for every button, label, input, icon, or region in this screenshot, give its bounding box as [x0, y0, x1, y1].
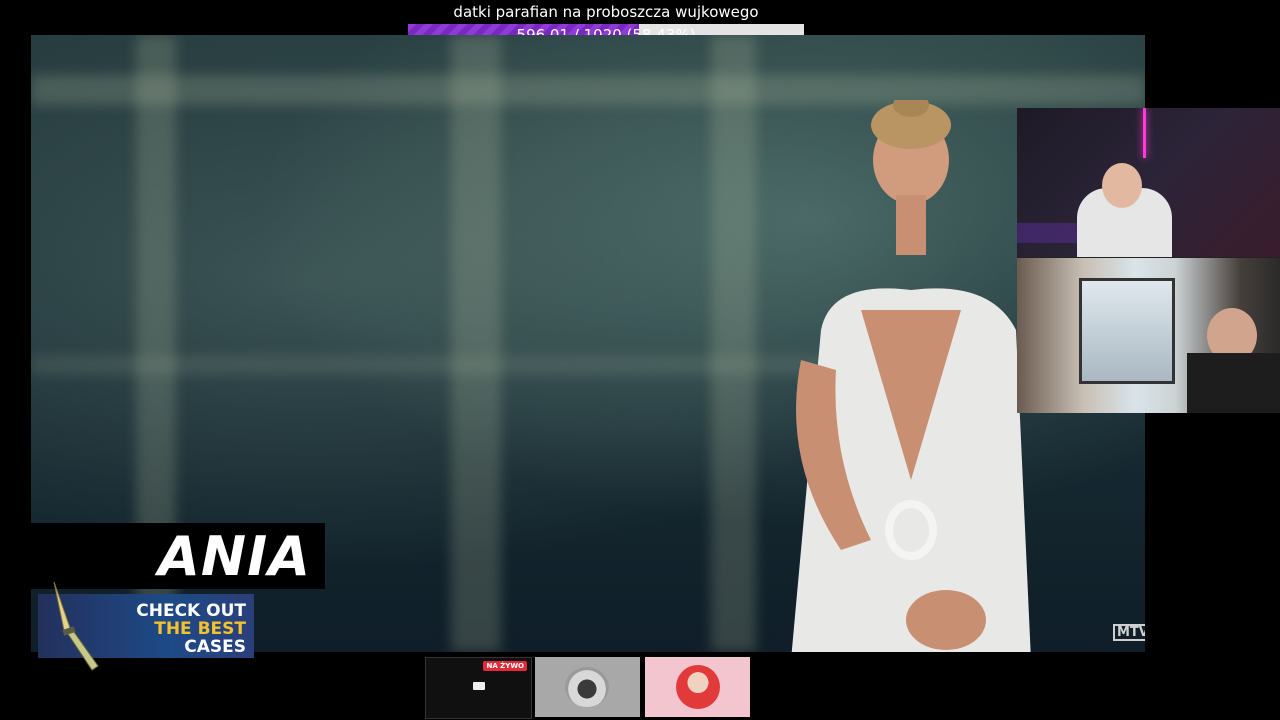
mtv-logo: MTV — [1113, 624, 1145, 641]
thumbnail-channel[interactable] — [645, 657, 750, 717]
webcam-overlay — [1017, 108, 1280, 413]
thumbnail-stream[interactable]: NA ŻYWO — [425, 657, 532, 719]
knife-icon — [53, 581, 99, 671]
person-name: ANIA — [158, 525, 311, 588]
thumbnail-car[interactable] — [535, 657, 640, 717]
car-icon — [565, 667, 609, 707]
promo-line-1: CHECK OUT — [136, 601, 246, 621]
goal-title: datki parafian na proboszcza wujkowego — [453, 3, 759, 21]
promo-line-2: THE BEST — [154, 619, 246, 639]
live-badge: NA ŻYWO — [483, 661, 527, 671]
webcam-streamer-top — [1017, 108, 1280, 257]
channel-logo-icon — [676, 665, 720, 709]
monitor-icon — [473, 682, 485, 690]
promo-line-3: CASES — [184, 637, 246, 657]
webcam-streamer-bottom — [1017, 258, 1280, 413]
interviewee-figure — [791, 100, 1031, 652]
